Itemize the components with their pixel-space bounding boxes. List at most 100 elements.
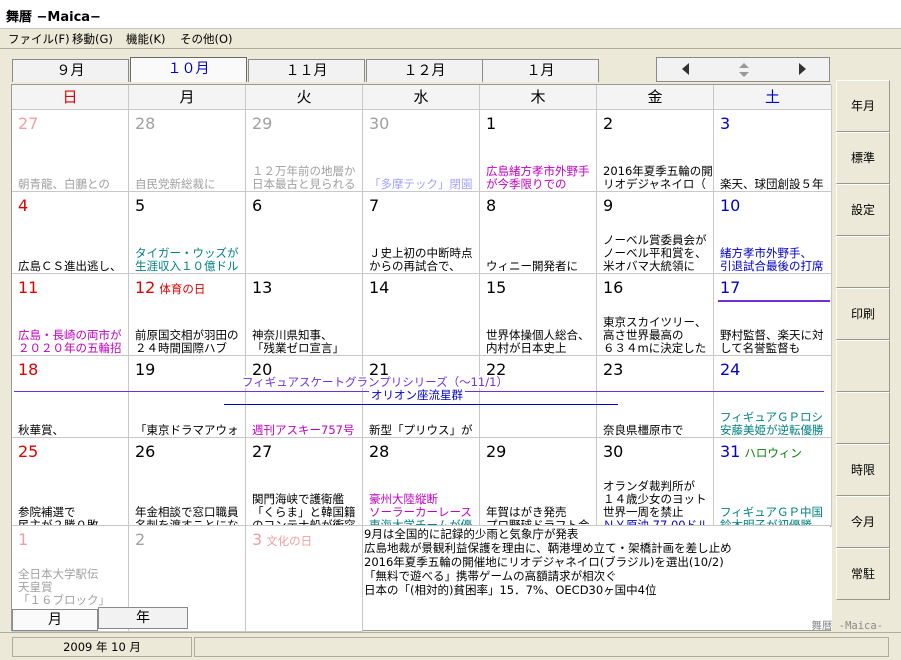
day-number-text: 1 [18, 530, 29, 549]
day-number-text: 3 [252, 530, 263, 549]
side-button-8[interactable]: 今月 [836, 496, 890, 548]
event-span-orionids[interactable]: オリオン座流星群 [224, 389, 618, 405]
event-text: １２万年前の地層か [252, 164, 356, 178]
side-button-1[interactable]: 標準 [836, 132, 890, 184]
tab-month-0[interactable]: ９月 [12, 59, 129, 82]
day-cell[interactable]: 17野村監督、楽天に対して名誉監督も永久欠番も拒否 [714, 274, 832, 356]
day-cell[interactable]: 16東京スカイツリー、高さ世界最高の６３４mに決定したＮＹ原油 78.53ドル [597, 274, 714, 356]
event-text: 参院補選で [18, 505, 76, 519]
day-cell[interactable]: 28 豪州大陸縦断 ソーラーカーレース 東海大学チームが優 [363, 438, 480, 526]
day-cell[interactable]: 15世界体操個人総合、内村が日本史上最年少「金」 [480, 274, 597, 356]
side-button-5[interactable] [836, 340, 890, 392]
day-number-text: 26 [135, 442, 156, 461]
day-cell[interactable]: 14日本 5-0 トーゴ [363, 274, 480, 356]
weekday-header-0: 日 [12, 85, 129, 110]
event-text: 朝青龍、白鵬との [18, 177, 110, 191]
day-number: 31 ハロウィン [720, 443, 802, 462]
tab-month-3[interactable]: １２月 [366, 59, 483, 82]
tab-month-view[interactable]: 月 [12, 609, 98, 631]
menu-function[interactable]: 機能(K) [126, 31, 166, 47]
day-cell[interactable]: 24フィギュアＧＰロシ安藤美姫が逆転優勝東京モーターショー [714, 356, 832, 438]
tab-month-2[interactable]: １１月 [248, 59, 365, 82]
prev-month-button[interactable] [657, 58, 715, 81]
tab-month-1[interactable]: １０月 [130, 57, 247, 82]
day-cell[interactable]: 13神奈川県知事、「残業ゼロ宣言」を表明 [246, 274, 363, 356]
day-cell[interactable]: 1広島緒方孝市外野手が今季限りでの現役引退を表明 [480, 110, 597, 192]
side-button-2[interactable]: 設定 [836, 184, 890, 236]
event-text: 週刊アスキー757号 [252, 423, 355, 437]
day-cell[interactable]: 30 オランダ裁判所が １４歳少女のヨット 世界一周を禁止 ＮＹ原油 77.00ドル [597, 438, 714, 526]
weekday-header-6: 土 [714, 85, 832, 110]
side-button-7[interactable]: 時限 [836, 444, 890, 496]
day-number-text: 18 [18, 360, 39, 379]
event-text: ソーラーカーレース [369, 505, 472, 519]
day-number-text: 28 [369, 442, 390, 461]
day-number: 16 [603, 279, 623, 297]
event-text: 高さ世界最高の [603, 328, 684, 342]
day-number-text: 2 [135, 530, 146, 549]
event-text: 民主が２勝０敗 [18, 518, 99, 526]
day-cell[interactable]: 3楽天、球団創設５年で初のＣＳ進出決定 [714, 110, 832, 192]
day-number: 3 文化の日 [252, 531, 312, 550]
side-button-6[interactable] [836, 392, 890, 444]
event-text: からの再試合で、 [369, 259, 461, 273]
day-cell[interactable]: 18秋華賞、レッドディザイアが [12, 356, 129, 438]
day-number: 2 [603, 115, 613, 133]
day-cell[interactable]: 30 「多摩テック」閉園 [363, 110, 480, 192]
next-month-button[interactable] [773, 58, 831, 81]
event-text: 引退試合最後の打席 [720, 259, 824, 273]
day-cell[interactable]: 28自民党新総裁に谷垣禎一氏が選出さ [129, 110, 246, 192]
day-cell[interactable]: 5タイガー・ウッズが生涯収入１０億ドル（８９０億円）突破 [129, 192, 246, 274]
side-button-3[interactable] [836, 236, 890, 288]
day-cell[interactable]: 7Ｊ史上初の中断時点からの再試合で、川崎が鹿島に勝利 [363, 192, 480, 274]
day-cell[interactable]: 27 関門海峡で護衛艦 「くらま」と韓国籍 のコンテナ船が衝突 [246, 438, 363, 526]
day-cell[interactable]: 10緒方孝市外野手、引退試合最後の打席で三塁打を放つ [714, 192, 832, 274]
day-number: 27 [252, 443, 272, 461]
menu-move[interactable]: 移動(G) [72, 31, 113, 47]
day-number-text: 9 [603, 196, 614, 215]
brand-watermark: 舞暦 -Maica- [811, 620, 883, 632]
event-text: 「１６ブロック」 [18, 593, 110, 607]
day-cell[interactable]: 12体育の日前原国交相が羽田の２４時間国際ハブ空港化を目指すと表 [129, 274, 246, 356]
event-text: 「多摩テック」閉園 [369, 177, 473, 191]
day-number: 1 [486, 115, 496, 133]
side-button-0[interactable]: 年月 [836, 80, 890, 132]
event-text: 米オバマ大統領に [603, 259, 695, 273]
day-cell[interactable]: 6日本ハムリーグ優勝 [246, 192, 363, 274]
day-number: 14 [369, 279, 389, 297]
day-cell[interactable]: 31 ハロウィン フィギュアＧＰ中国 鈴木明子が初優勝 [714, 438, 832, 526]
event-text: ６３４mに決定した [603, 341, 707, 355]
day-number-text: 23 [603, 360, 624, 379]
menu-file[interactable]: ファイル(F) [8, 31, 70, 47]
day-cell[interactable]: 29 年賀はがき発売 プロ野球ドラフト会 [480, 438, 597, 526]
day-cell[interactable]: 11広島・長崎の両市が２０２０年の五輪招を目指すと発表 [12, 274, 129, 356]
day-cell[interactable]: 4広島ＣＳ進出逃し、ブラウン監督退任が [12, 192, 129, 274]
today-toggle-button[interactable] [715, 58, 773, 81]
prev-arrow-icon [682, 63, 689, 75]
event-text: ２４時間国際ハブ [135, 341, 227, 355]
tab-year-view[interactable]: 年 [98, 607, 188, 629]
day-number-text: 11 [18, 278, 39, 297]
day-cell[interactable]: 3 文化の日 [246, 526, 363, 632]
day-number: 23 [603, 361, 623, 379]
day-number-text: 16 [603, 278, 624, 297]
day-cell[interactable]: 27朝青龍、白鵬との決定戦制しＶ２４ [12, 110, 129, 192]
event-text: 秋華賞、 [18, 423, 64, 437]
day-number: 15 [486, 279, 506, 297]
status-bar: 2009 年 10 月 [0, 632, 901, 660]
event-text: ＮＹ原油 77.00ドル [603, 518, 709, 526]
side-button-4[interactable]: 印刷 [836, 288, 890, 340]
event-text: プロ野球ドラフト会 [486, 518, 590, 526]
day-cell[interactable]: 9ノーベル賞委員会がノーベル平和賞を、米オバマ大統領に授与すると発表 [597, 192, 714, 274]
event-text: 全日本大学駅伝 [18, 567, 99, 581]
tab-month-4[interactable]: １月 [482, 59, 599, 82]
day-cell[interactable]: 29１２万年前の地層か日本最古と見られる島根で発見 [246, 110, 363, 192]
side-button-9[interactable]: 常駐 [836, 548, 890, 600]
day-cell[interactable]: 8ウィニー開発者に大阪高裁が逆転無罪 [480, 192, 597, 274]
day-cell[interactable]: 22016年夏季五輪の開リオデジャネイロ（南米での開催は五輪 [597, 110, 714, 192]
event-text: 2016年夏季五輪の開 [603, 164, 713, 178]
day-cell[interactable]: 25 参院補選で 民主が２勝０敗 [12, 438, 129, 526]
menu-other[interactable]: その他(O) [180, 31, 233, 47]
weekday-header-2: 火 [246, 85, 363, 110]
day-cell[interactable]: 26 年金相談で窓口職員 名刺を渡すことにな [129, 438, 246, 526]
